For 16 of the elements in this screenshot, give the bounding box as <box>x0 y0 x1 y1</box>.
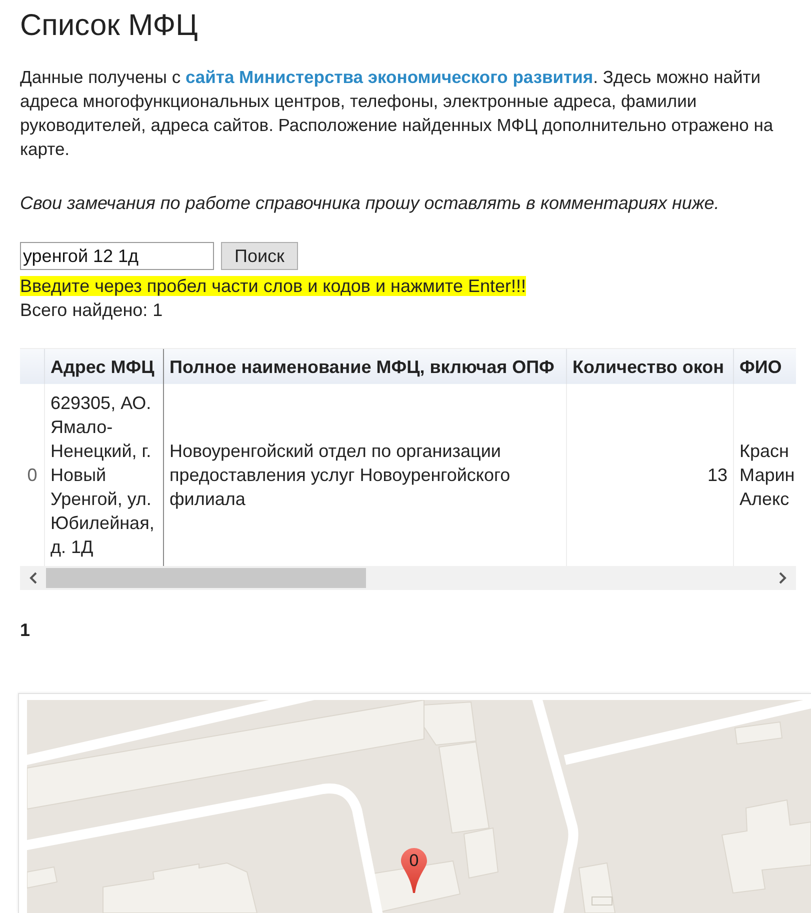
column-header[interactable]: Количество окон <box>566 349 733 384</box>
intro-paragraph: Данные получены с сайта Министерства экономического развития. Здесь можно найти адреса многофункциональных центров, телефоны, электронные адреса, фамилии руководителей, адреса сайтов. Расположение найденных МФЦ дополнительно отражено на карте. <box>20 66 774 161</box>
comment-note: Свои замечания по работе справочника прошу оставлять в комментариях ниже. <box>20 192 720 215</box>
search-hint: Введите через пробел части слов и кодов и нажмите Enter!!! <box>20 276 526 296</box>
column-header[interactable]: ФИО <box>733 349 796 384</box>
column-header[interactable]: Адрес МФЦ <box>44 349 163 384</box>
page-title: Список МФЦ <box>20 8 199 44</box>
scrollbar-thumb[interactable] <box>46 568 366 588</box>
search-button[interactable]: Поиск <box>221 242 298 270</box>
chevron-left-icon <box>29 572 37 584</box>
results-count: Всего найдено: 1 <box>20 299 164 322</box>
chevron-right-icon <box>779 572 787 584</box>
source-link[interactable]: сайта Министерства экономического развития <box>185 67 594 87</box>
column-header[interactable]: Полное наименование МФЦ, включая ОПФ <box>163 349 566 384</box>
page-number: 1 <box>20 620 30 640</box>
search-field[interactable]: уренгой 12 1д <box>20 242 214 270</box>
